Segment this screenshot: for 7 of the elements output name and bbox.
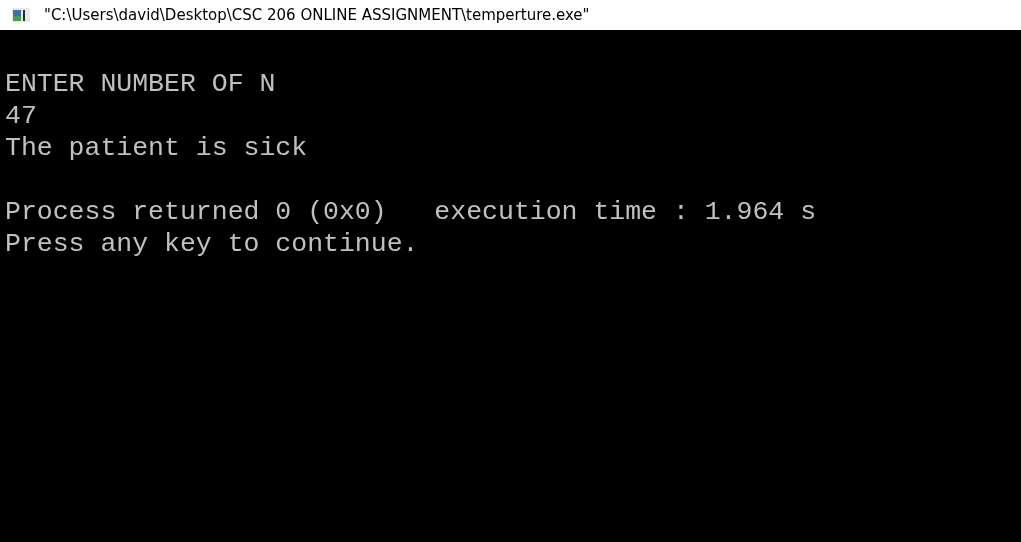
console-output-line: Press any key to continue.	[5, 228, 419, 260]
window-title: "C:\Users\david\Desktop\CSC 206 ONLINE ASSIGNMENT\temperture.exe"	[44, 6, 590, 24]
console-output-line: The patient is sick	[5, 132, 308, 164]
console-output-line: Process returned 0 (0x0) execution time : 1.964 s	[5, 196, 817, 228]
console-output-line: 47	[5, 100, 37, 132]
console-window-icon	[12, 8, 30, 22]
console-output-line: ENTER NUMBER OF N	[5, 68, 276, 100]
